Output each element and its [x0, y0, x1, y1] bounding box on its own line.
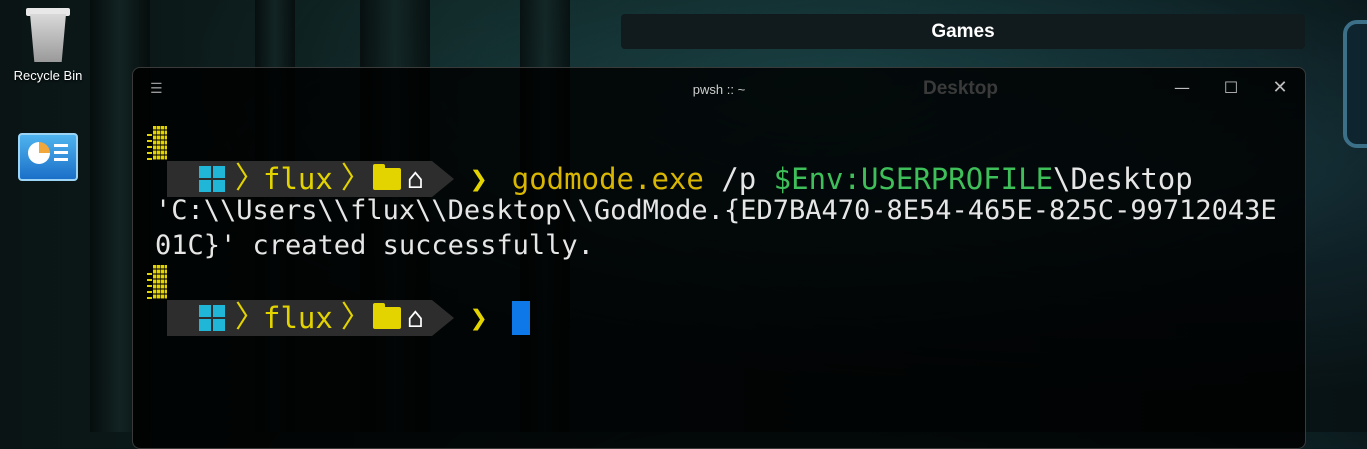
folder-icon — [372, 164, 401, 190]
window-title: pwsh :: ~ — [692, 82, 746, 97]
windows-logo-icon — [199, 305, 225, 331]
recycle-bin-label: Recycle Bin — [13, 68, 83, 83]
command-path: \Desktop — [1053, 162, 1193, 196]
os-segment — [167, 300, 235, 336]
prompt-chevron: ❯ — [469, 161, 488, 197]
command-env-var: $Env:USERPROFILE — [773, 162, 1054, 196]
prompt-chevron: ❯ — [469, 300, 488, 336]
games-bar-label: Games — [931, 21, 995, 42]
close-button[interactable]: ✕ — [1265, 77, 1295, 98]
recycle-bin-icon — [24, 6, 72, 64]
recycle-bin-shortcut[interactable]: Recycle Bin — [5, 6, 91, 83]
folder-icon — [372, 303, 401, 329]
prompt-user: flux — [263, 301, 333, 335]
control-panel-icon — [18, 133, 78, 181]
control-panel-shortcut[interactable] — [5, 133, 91, 181]
command-output: 'C:\\Users\\flux\\Desktop\\GodMode.{ED7B… — [155, 195, 1277, 261]
prompt-decoration — [147, 126, 167, 160]
background-window-title: Desktop — [923, 78, 998, 99]
windows-logo-icon — [199, 166, 225, 192]
prompt-line: 〉 flux 〉 ⌂ ❯ godmode.exe /p $Env:USERPRO… — [167, 161, 1193, 197]
title-bar[interactable]: ☰ pwsh :: ~ Desktop — ☐ ✕ — [133, 68, 1305, 112]
prompt-user: flux — [263, 162, 333, 196]
prompt-line: 〉 flux 〉 ⌂ ❯ — [167, 300, 530, 336]
edge-panel-tab[interactable] — [1343, 20, 1367, 148]
prompt-decoration — [147, 265, 167, 299]
os-segment — [167, 161, 235, 197]
command-text: godmode.exe /p $Env:USERPROFILE\Desktop — [512, 162, 1193, 196]
command-argument: /p — [703, 162, 774, 196]
games-bar[interactable]: Games — [621, 14, 1305, 49]
home-icon: ⌂ — [406, 301, 424, 334]
maximize-button[interactable]: ☐ — [1216, 78, 1246, 97]
command-executable: godmode.exe — [511, 162, 704, 196]
home-icon: ⌂ — [406, 162, 424, 195]
minimize-button[interactable]: — — [1167, 78, 1197, 97]
terminal-content[interactable]: 〉 flux 〉 ⌂ ❯ godmode.exe /p $Env:USERPRO… — [133, 112, 1305, 448]
terminal-window[interactable]: ☰ pwsh :: ~ Desktop — ☐ ✕ 〉 flux 〉 ⌂ ❯ g… — [132, 67, 1306, 449]
text-cursor[interactable] — [511, 301, 530, 335]
